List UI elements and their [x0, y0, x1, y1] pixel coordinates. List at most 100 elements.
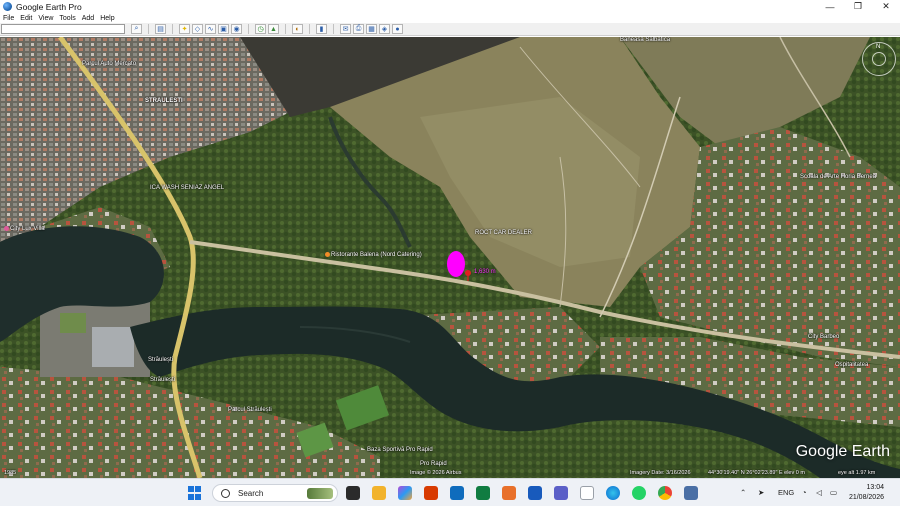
add-path-button[interactable]: ∿ — [205, 24, 216, 34]
add-polygon-button[interactable]: ◇ — [192, 24, 203, 34]
place-label[interactable]: Ospitalitatea — [835, 362, 868, 368]
place-label[interactable]: STRAULESTI — [145, 98, 183, 104]
place-label[interactable]: Baza Sportivă Pro Rapid — [367, 447, 433, 453]
print-button[interactable]: ⎙ — [353, 24, 364, 34]
place-label[interactable]: Parcul Străulești — [228, 407, 272, 413]
email-button[interactable]: ✉ — [340, 24, 351, 34]
place-label[interactable]: Străulești — [148, 357, 173, 363]
place-label[interactable]: Școala de Arte Horia Bernea — [800, 174, 876, 180]
imagery-copyright: Image © 2026 Airbus — [410, 470, 462, 476]
close-button[interactable]: ✕ — [872, 0, 900, 13]
word-icon[interactable] — [528, 486, 542, 500]
toolbar-divider — [248, 24, 249, 34]
placemark-icon: ✦ — [181, 26, 188, 33]
navigation-compass[interactable]: N — [862, 42, 896, 76]
task-view-icon[interactable] — [346, 486, 360, 500]
place-label[interactable]: Ristorante Balena (Nord Catering) — [325, 252, 422, 258]
coordinates-readout: 44°30'19.40" N 26°02'23.89" E elev 0 m — [708, 470, 805, 476]
whatsapp-icon[interactable] — [632, 486, 646, 500]
historical-imagery-button[interactable]: ◷ — [255, 24, 266, 34]
copilot-icon[interactable] — [398, 486, 412, 500]
place-label[interactable]: Parcul Auto Mercato — [82, 61, 136, 67]
windows-logo-icon — [188, 486, 194, 492]
historical-year: 1985 — [4, 470, 17, 476]
place-label[interactable]: City Lux Villa — [4, 226, 45, 232]
file-explorer-icon[interactable] — [372, 486, 386, 500]
save-image-button[interactable]: ▦ — [366, 24, 377, 34]
outlook-icon[interactable] — [450, 486, 464, 500]
wifi-icon[interactable]: ◔ — [802, 488, 807, 497]
earth-icon: ● — [395, 25, 400, 33]
satellite-imagery — [0, 37, 900, 478]
office-icon[interactable] — [424, 486, 438, 500]
planets-icon: ◐ — [295, 25, 300, 33]
menu-file[interactable]: File — [3, 15, 14, 22]
path-icon: ∿ — [207, 26, 214, 33]
toolbar-divider — [148, 24, 149, 34]
add-placemark-button[interactable]: ✦ — [179, 24, 190, 34]
record-tour-button[interactable]: ◉ — [231, 24, 242, 34]
sidebar-icon: ▤ — [157, 26, 164, 33]
calculator-icon[interactable] — [684, 486, 698, 500]
taskbar-search-label: Search — [238, 488, 264, 498]
maps-icon: ◈ — [381, 26, 388, 33]
map-status-bar: 1985 Image © 2026 Airbus Imagery Date: 3… — [0, 468, 900, 478]
notepad-icon[interactable] — [580, 486, 594, 500]
menu-add[interactable]: Add — [82, 15, 94, 22]
image-overlay-button[interactable]: ▣ — [218, 24, 229, 34]
view-in-maps-button[interactable]: ◈ — [379, 24, 390, 34]
taskbar-search[interactable]: Search — [212, 484, 338, 502]
ruler-icon: ▮ — [319, 26, 324, 33]
maximize-button[interactable]: ❐ — [844, 0, 872, 13]
place-label[interactable]: ROCT CAR DEALER — [475, 230, 532, 236]
menu-bar: File Edit View Tools Add Help — [0, 13, 900, 23]
windows-logo-icon — [188, 493, 194, 500]
minimize-button[interactable]: — — [816, 0, 844, 13]
location-arrow-icon[interactable]: ➤ — [758, 488, 764, 497]
historical-imagery-icon: ◷ — [257, 26, 264, 33]
battery-icon[interactable]: ▭ — [830, 488, 837, 497]
menu-help[interactable]: Help — [100, 15, 114, 22]
toolbar: ⌕ ▤ ✦ ◇ ∿ ▣ ◉ ◷ ▲ ◐ ▮ ✉ ⎙ ▦ ◈ ● — [0, 23, 900, 36]
place-label[interactable]: Străulești — [150, 377, 175, 383]
app-icon[interactable] — [502, 486, 516, 500]
google-earth-app-icon — [3, 2, 12, 11]
toolbar-divider — [172, 24, 173, 34]
menu-tools[interactable]: Tools — [59, 15, 75, 22]
planets-button[interactable]: ◐ — [292, 24, 303, 34]
look-joystick-icon[interactable] — [872, 52, 886, 66]
toolbar-divider — [309, 24, 310, 34]
teams-icon[interactable] — [554, 486, 568, 500]
place-label[interactable]: ICA WASH SENIAZ ANGEL — [150, 185, 224, 191]
compass-north-label: N — [876, 44, 881, 50]
search-icon — [221, 488, 230, 498]
system-clock[interactable]: 13:04 21/08/2026 — [849, 483, 884, 503]
measurement-label: 1,630 m — [474, 269, 496, 275]
title-bar: Google Earth Pro — ❐ ✕ — [0, 0, 900, 13]
map-viewer[interactable]: Băneasa Sălbatică Parcul Auto Mercato ST… — [0, 37, 900, 478]
excel-icon[interactable] — [476, 486, 490, 500]
tour-icon: ◉ — [233, 26, 240, 33]
place-label[interactable]: Băneasa Sălbatică — [620, 37, 670, 43]
earth-button[interactable]: ● — [392, 24, 403, 34]
sunlight-button[interactable]: ▲ — [268, 24, 279, 34]
input-language[interactable]: ENG — [778, 488, 794, 497]
polygon-icon: ◇ — [194, 26, 201, 33]
windows-logo-icon — [195, 486, 201, 492]
show-hidden-icons-chevron-up-icon[interactable]: ⌃ — [740, 488, 746, 497]
search-button[interactable]: ⌕ — [131, 24, 142, 34]
place-label[interactable]: Pro Rapid — [420, 461, 447, 467]
edge-icon[interactable] — [606, 486, 620, 500]
search-input[interactable] — [1, 24, 125, 34]
window-controls: — ❐ ✕ — [816, 0, 900, 13]
chrome-icon[interactable] — [658, 486, 672, 500]
menu-edit[interactable]: Edit — [20, 15, 32, 22]
volume-icon[interactable]: ◁ — [816, 488, 822, 497]
sun-icon: ▲ — [270, 25, 277, 33]
clock-date: 21/08/2026 — [848, 494, 884, 501]
start-button[interactable] — [188, 486, 202, 500]
ruler-button[interactable]: ▮ — [316, 24, 327, 34]
menu-view[interactable]: View — [38, 15, 53, 22]
place-label[interactable]: City Barbeo — [808, 334, 839, 340]
sidebar-toggle-button[interactable]: ▤ — [155, 24, 166, 34]
